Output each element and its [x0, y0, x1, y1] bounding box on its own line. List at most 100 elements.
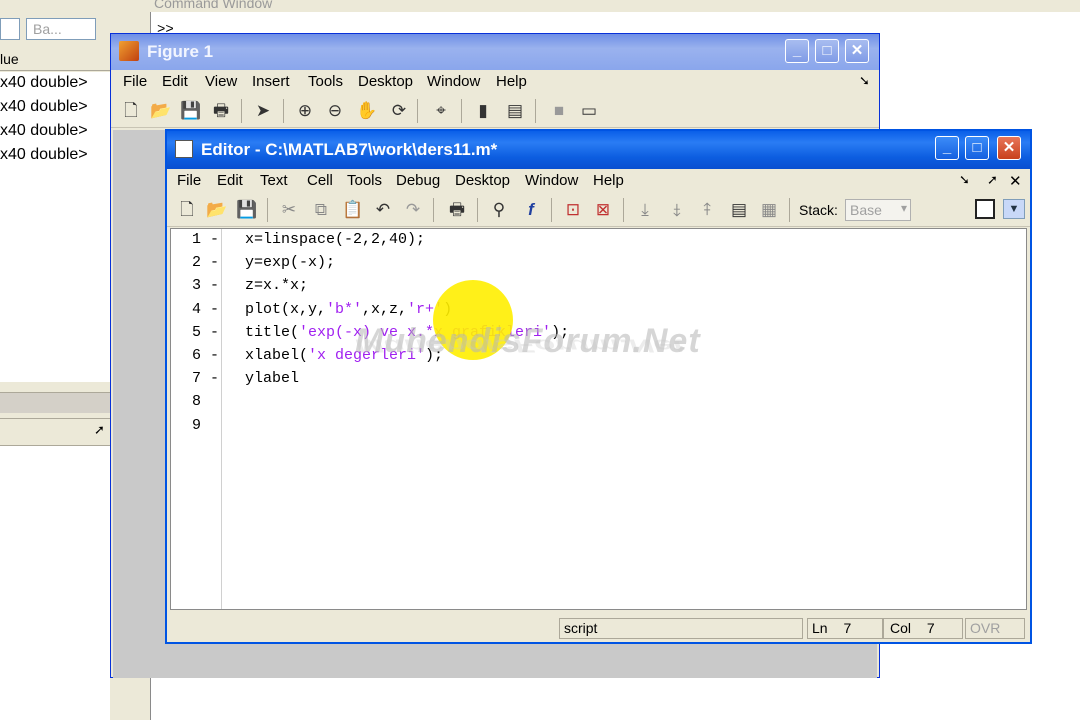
print-icon[interactable]: 🖶 — [445, 198, 469, 222]
menu-tools[interactable]: Tools — [308, 73, 343, 90]
menu-edit[interactable]: Edit — [162, 73, 188, 90]
line-number: 3 — [191, 277, 201, 295]
function-icon[interactable]: f — [519, 198, 543, 222]
maximize-button[interactable]: □ — [815, 39, 839, 63]
pointer-icon[interactable]: ➤ — [251, 99, 275, 123]
menu-window[interactable]: Window — [427, 73, 480, 90]
step-in-icon[interactable]: ⤈ — [665, 198, 689, 222]
editor-title: Editor - C:\MATLAB7\work\ders11.m* — [201, 140, 498, 159]
zoom-out-icon[interactable]: ⊖ — [323, 99, 347, 123]
workspace-select-left[interactable] — [0, 18, 20, 40]
undock-icon[interactable]: ➚ — [94, 422, 105, 438]
code-line[interactable]: y=exp(-x); — [245, 254, 335, 271]
toolbar-separator — [461, 99, 462, 123]
maximize-button[interactable]: □ — [965, 136, 989, 160]
breakpoint-marker[interactable]: - — [210, 277, 219, 294]
breakpoint-marker[interactable]: - — [210, 324, 219, 341]
run-icon[interactable]: ▤ — [727, 198, 751, 222]
new-file-icon[interactable]: 🗋 — [119, 99, 143, 123]
list-item[interactable]: x40 double> — [0, 146, 88, 164]
status-line-value: 7 — [843, 620, 852, 636]
stack-select[interactable]: Base ▾ — [845, 199, 911, 221]
menu-text[interactable]: Text — [260, 172, 288, 189]
code-line[interactable]: ylabel — [245, 370, 299, 387]
code-text: y=exp(-x); — [245, 254, 336, 272]
data-cursor-icon[interactable]: ⌖ — [429, 99, 453, 123]
undo-icon[interactable]: ↶ — [371, 198, 395, 222]
menu-desktop[interactable]: Desktop — [455, 172, 510, 189]
cut-icon[interactable]: ✂ — [277, 198, 301, 222]
redo-icon[interactable]: ↷ — [401, 198, 425, 222]
clear-breakpoints-icon[interactable]: ⊠ — [591, 198, 615, 222]
close-button[interactable]: ✕ — [997, 136, 1021, 160]
code-line[interactable]: plot(x,y,'b*',x,z,'r+') — [245, 301, 452, 318]
save-icon[interactable]: 💾 — [179, 99, 203, 123]
menu-tools[interactable]: Tools — [347, 172, 382, 189]
new-file-icon[interactable]: 🗋 — [175, 198, 199, 222]
breakpoint-marker[interactable]: - — [210, 370, 219, 387]
menu-window[interactable]: Window — [525, 172, 578, 189]
code-editor[interactable]: 1- x=linspace(-2,2,40); 2- y=exp(-x); 3- z=x.… — [170, 228, 1027, 610]
menu-view[interactable]: View — [205, 73, 237, 90]
minimize-button[interactable]: _ — [785, 39, 809, 63]
legend-icon[interactable]: ▤ — [503, 99, 527, 123]
menu-insert[interactable]: Insert — [252, 73, 290, 90]
code-line[interactable]: z=x.*x; — [245, 277, 308, 294]
minimize-button[interactable]: _ — [935, 136, 959, 160]
close-button[interactable]: ✕ — [845, 39, 869, 63]
toolbar-separator — [551, 198, 552, 222]
window-layout-icon[interactable] — [975, 199, 995, 219]
show-plot-tools-icon[interactable]: ▭ — [577, 99, 601, 123]
menu-file[interactable]: File — [123, 73, 147, 90]
undock-icon[interactable]: ➚ — [987, 172, 998, 188]
colorbar-icon[interactable]: ▮ — [471, 99, 495, 123]
breakpoint-marker[interactable]: - — [210, 301, 219, 318]
workspace-value-column-header[interactable]: lue — [0, 48, 110, 71]
menu-help[interactable]: Help — [496, 73, 527, 90]
chevron-down-icon[interactable]: ▼ — [1003, 199, 1025, 219]
open-folder-icon[interactable]: 📂 — [149, 99, 173, 123]
string-literal: 'b*' — [326, 300, 363, 318]
breakpoint-marker[interactable]: - — [210, 347, 219, 364]
close-document-icon[interactable]: ✕ — [1009, 172, 1022, 190]
workspace-scrollbar[interactable] — [0, 392, 110, 413]
dock-icon[interactable]: ➘ — [959, 172, 970, 188]
dock-icon[interactable]: ➘ — [859, 73, 870, 89]
save-icon[interactable]: 💾 — [235, 198, 259, 222]
step-icon[interactable]: ⤓ — [633, 198, 657, 222]
workspace-base-select[interactable]: Ba... — [26, 18, 96, 40]
list-item[interactable]: x40 double> — [0, 74, 88, 92]
list-item[interactable]: x40 double> — [0, 122, 88, 140]
menu-help[interactable]: Help — [593, 172, 624, 189]
paste-icon[interactable]: 📋 — [341, 198, 365, 222]
hide-plot-tools-icon[interactable]: ■ — [547, 99, 571, 123]
menu-file[interactable]: File — [177, 172, 201, 189]
rotate-3d-icon[interactable]: ⟳ — [387, 99, 411, 123]
open-folder-icon[interactable]: 📂 — [205, 198, 229, 222]
pan-hand-icon[interactable]: ✋ — [355, 99, 379, 123]
set-breakpoint-icon[interactable]: ⊡ — [561, 198, 585, 222]
line-number: 9 — [191, 416, 201, 434]
step-out-icon[interactable]: ⤉ — [695, 198, 719, 222]
exit-debug-icon[interactable]: ▦ — [757, 198, 781, 222]
copy-icon[interactable]: ⧉ — [309, 198, 333, 222]
editor-menubar: File Edit Text Cell Tools Debug Desktop … — [167, 169, 1030, 193]
figure-menubar: File Edit View Insert Tools Desktop Wind… — [111, 70, 879, 94]
find-binoculars-icon[interactable]: ⚲ — [487, 198, 511, 222]
figure-title-bar[interactable]: Figure 1 _ □ ✕ — [111, 34, 879, 70]
zoom-in-icon[interactable]: ⊕ — [293, 99, 317, 123]
code-line[interactable]: x=linspace(-2,2,40); — [245, 231, 425, 248]
status-line: Ln 7 — [807, 618, 883, 639]
breakpoint-marker[interactable]: - — [210, 254, 219, 271]
menu-cell[interactable]: Cell — [307, 172, 333, 189]
menu-desktop[interactable]: Desktop — [358, 73, 413, 90]
breakpoint-marker[interactable]: - — [210, 231, 219, 248]
list-item[interactable]: x40 double> — [0, 98, 88, 116]
status-line-label: Ln — [812, 620, 828, 636]
menu-debug[interactable]: Debug — [396, 172, 440, 189]
command-window-title: Command Window — [150, 0, 1080, 12]
menu-edit[interactable]: Edit — [217, 172, 243, 189]
print-icon[interactable]: 🖶 — [209, 99, 233, 123]
toolbar-separator — [283, 99, 284, 123]
editor-title-bar[interactable]: Editor - C:\MATLAB7\work\ders11.m* _ □ ✕ — [167, 131, 1030, 169]
